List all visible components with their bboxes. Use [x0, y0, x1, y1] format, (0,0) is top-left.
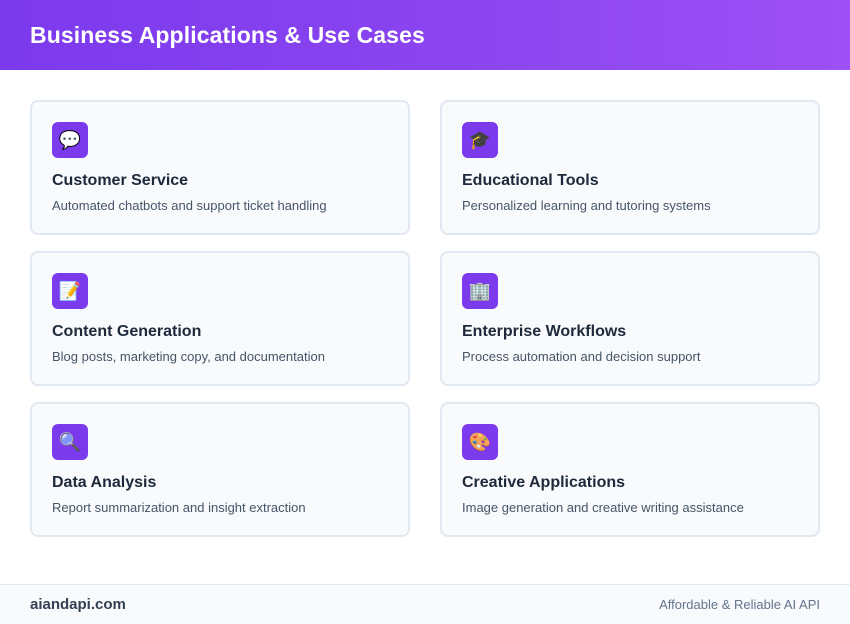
memo-icon: 📝 [52, 273, 88, 309]
card-description: Automated chatbots and support ticket ha… [52, 198, 327, 213]
use-case-grid: 💬 Customer Service Automated chatbots an… [30, 100, 820, 537]
card-description: Report summarization and insight extract… [52, 500, 306, 515]
card-description: Blog posts, marketing copy, and document… [52, 349, 325, 364]
header-banner: Business Applications & Use Cases [0, 0, 850, 70]
footer-brand-link[interactable]: aiandapi.com [30, 596, 126, 613]
page: Business Applications & Use Cases 💬 Cust… [0, 0, 850, 624]
card-description: Image generation and creative writing as… [462, 500, 744, 515]
artist-palette-icon: 🎨 [462, 424, 498, 460]
card-title: Customer Service [52, 172, 189, 189]
card-title: Educational Tools [462, 172, 599, 189]
card-title: Creative Applications [462, 474, 626, 491]
footer-tagline: Affordable & Reliable AI API [659, 597, 820, 612]
card-title: Enterprise Workflows [462, 323, 627, 340]
card-data-analysis: 🔍 Data Analysis Report summarization and… [30, 402, 410, 537]
card-customer-service: 💬 Customer Service Automated chatbots an… [30, 100, 410, 235]
card-title: Content Generation [52, 323, 202, 340]
office-building-icon: 🏢 [462, 273, 498, 309]
magnifying-glass-icon: 🔍 [52, 424, 88, 460]
page-title: Business Applications & Use Cases [30, 21, 425, 48]
card-educational-tools: 🎓 Educational Tools Personalized learnin… [440, 100, 820, 235]
card-description: Process automation and decision support [462, 349, 701, 364]
speech-bubble-icon: 💬 [52, 122, 88, 158]
graduation-cap-icon: 🎓 [462, 122, 498, 158]
card-content-generation: 📝 Content Generation Blog posts, marketi… [30, 251, 410, 386]
card-enterprise-workflows: 🏢 Enterprise Workflows Process automatio… [440, 251, 820, 386]
card-description: Personalized learning and tutoring syste… [462, 198, 711, 213]
footer: aiandapi.com Affordable & Reliable AI AP… [0, 584, 850, 624]
card-creative-applications: 🎨 Creative Applications Image generation… [440, 402, 820, 537]
card-title: Data Analysis [52, 474, 157, 491]
